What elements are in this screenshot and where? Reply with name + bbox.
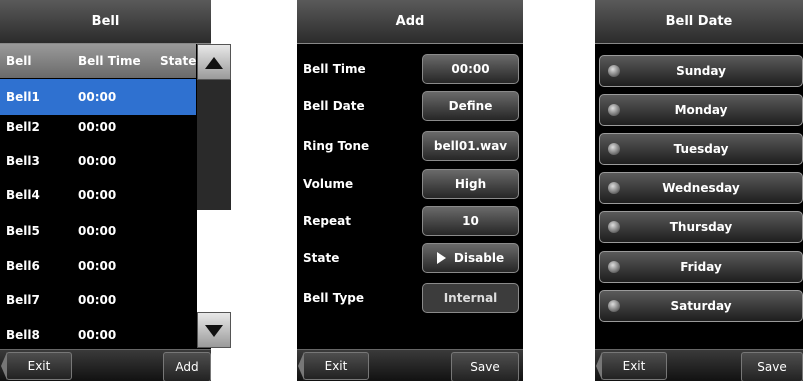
arrow-down-icon	[205, 325, 223, 337]
day-label: Thursday	[669, 220, 733, 234]
field-label: Bell Time	[303, 62, 366, 76]
exit-button[interactable]: Exit	[596, 352, 667, 380]
state-toggle-button[interactable]: Disable	[422, 243, 519, 273]
add-title: Add	[297, 0, 523, 44]
bell-time: 00:00	[78, 188, 117, 202]
bottom-bar: Exit Save	[595, 349, 803, 381]
scroll-up-button[interactable]	[197, 44, 231, 80]
bell-type-button[interactable]: Internal	[422, 283, 519, 313]
bell-time: 00:00	[78, 90, 117, 104]
add-bell-screen: Add Bell Time 00:00 Bell Date Define Rin…	[297, 0, 523, 381]
table-row[interactable]: Bell8 00:00	[0, 317, 196, 353]
bell-name: Bell7	[6, 293, 40, 307]
table-header: Bell Bell Time State	[0, 44, 196, 78]
field-ring-tone: Ring Tone bell01.wav	[297, 128, 523, 164]
table-row[interactable]: Bell7 00:00	[0, 282, 196, 318]
scrollbar-track[interactable]	[197, 80, 231, 210]
scrollbar-thumb[interactable]	[197, 210, 231, 312]
day-saturday[interactable]: Saturday	[599, 290, 803, 322]
scroll-down-button[interactable]	[197, 312, 231, 348]
table-row[interactable]: Bell5 00:00	[0, 213, 196, 249]
bottom-bar: Exit Save	[297, 349, 523, 381]
bottom-bar: Exit Add	[0, 349, 211, 381]
field-label: State	[303, 251, 340, 265]
bell-list-screen: Bell Bell Bell Time State Bell1 00:00 Be…	[0, 0, 211, 381]
field-bell-time: Bell Time 00:00	[297, 51, 523, 87]
field-state: State Disable	[297, 240, 523, 276]
bell-date-title: Bell Date	[595, 0, 803, 44]
bell-name: Bell1	[6, 90, 40, 104]
play-icon	[436, 252, 446, 264]
bell-time-button[interactable]: 00:00	[422, 54, 519, 84]
bell-name: Bell4	[6, 188, 40, 202]
bell-list-title: Bell	[0, 0, 211, 44]
bell-time: 00:00	[78, 293, 117, 307]
table-row[interactable]: Bell4 00:00	[0, 177, 196, 213]
day-friday[interactable]: Friday	[599, 251, 803, 283]
ring-tone-button[interactable]: bell01.wav	[422, 131, 519, 161]
bell-name: Bell8	[6, 328, 40, 342]
arrow-up-icon	[205, 57, 223, 69]
column-state: State	[160, 54, 197, 68]
bell-time: 00:00	[78, 120, 117, 134]
field-label: Volume	[303, 177, 354, 191]
table-row[interactable]: Bell2 00:00	[0, 109, 196, 145]
volume-button[interactable]: High	[422, 169, 519, 199]
table-row[interactable]: Bell6 00:00	[0, 248, 196, 284]
field-repeat: Repeat 10	[297, 203, 523, 239]
exit-button[interactable]: Exit	[1, 352, 72, 380]
exit-button[interactable]: Exit	[298, 352, 369, 380]
day-sunday[interactable]: Sunday	[599, 55, 803, 87]
field-label: Bell Date	[303, 99, 365, 113]
day-label: Sunday	[676, 64, 726, 78]
day-label: Wednesday	[662, 181, 740, 195]
save-button[interactable]: Save	[451, 352, 519, 381]
day-label: Friday	[680, 260, 722, 274]
day-label: Monday	[674, 103, 728, 117]
table-row[interactable]: Bell3 00:00	[0, 143, 196, 179]
bell-name: Bell5	[6, 224, 40, 238]
repeat-button[interactable]: 10	[422, 206, 519, 236]
bell-name: Bell2	[6, 120, 40, 134]
bell-name: Bell6	[6, 259, 40, 273]
bell-time: 00:00	[78, 224, 117, 238]
day-monday[interactable]: Monday	[599, 94, 803, 126]
bell-date-screen: Bell Date Sunday Monday Tuesday Wednesda…	[595, 0, 803, 381]
field-volume: Volume High	[297, 166, 523, 202]
add-button[interactable]: Add	[163, 352, 211, 381]
day-label: Tuesday	[673, 142, 729, 156]
column-bell-time: Bell Time	[78, 54, 141, 68]
bell-name: Bell3	[6, 154, 40, 168]
field-label: Bell Type	[303, 291, 365, 305]
day-label: Saturday	[670, 299, 732, 313]
field-label: Repeat	[303, 214, 351, 228]
field-bell-date: Bell Date Define	[297, 88, 523, 124]
day-tuesday[interactable]: Tuesday	[599, 133, 803, 165]
bell-time: 00:00	[78, 259, 117, 273]
field-label: Ring Tone	[303, 139, 370, 153]
state-value: Disable	[453, 251, 505, 265]
day-thursday[interactable]: Thursday	[599, 211, 803, 243]
bell-time: 00:00	[78, 154, 117, 168]
day-wednesday[interactable]: Wednesday	[599, 172, 803, 204]
bell-time: 00:00	[78, 328, 117, 342]
save-button[interactable]: Save	[741, 352, 803, 381]
field-bell-type: Bell Type Internal	[297, 280, 523, 316]
column-bell: Bell	[6, 54, 32, 68]
bell-date-button[interactable]: Define	[422, 91, 519, 121]
